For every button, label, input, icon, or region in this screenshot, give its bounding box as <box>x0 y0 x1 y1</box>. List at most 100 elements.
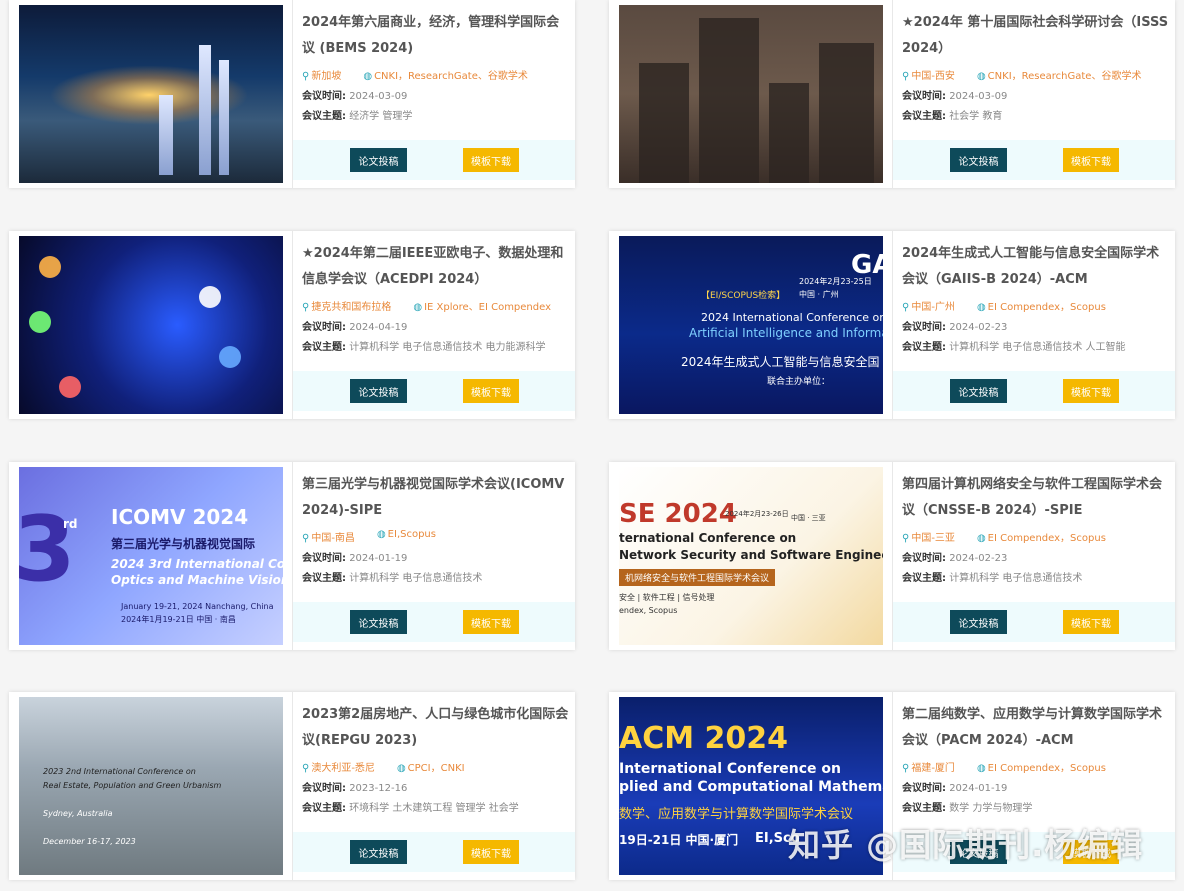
banner-date1: January 19-21, 2024 Nanchang, China <box>121 602 274 611</box>
banner-num: 3 <box>19 497 76 602</box>
date-label: 会议时间: <box>302 783 346 794</box>
conference-card: 3 rd ICOMV 2024 第三届光学与机器视觉国际 2024 3rd In… <box>9 462 575 650</box>
download-template-button[interactable]: 模板下载 <box>1063 379 1119 403</box>
date-label: 会议时间: <box>302 91 346 102</box>
theme-value: 经济学 管理学 <box>349 111 413 122</box>
theme-value: 计算机科学 电子信息通信技术 人工智能 <box>949 342 1126 353</box>
location-pin-icon: ⚲ <box>302 763 310 774</box>
download-template-button[interactable]: 模板下载 <box>1063 148 1119 172</box>
location-pin-icon: ⚲ <box>902 71 910 82</box>
date-label: 会议时间: <box>902 783 946 794</box>
location-text: 中国-三亚 <box>911 533 955 544</box>
conference-image[interactable]: GA 【EI/SCOPUS检索】 2024年2月23-25日 中国 · 广州 2… <box>619 236 883 414</box>
banner-date: 2024年2月23-26日 <box>725 510 789 518</box>
index-text: IE Xplore、EI Compendex <box>424 302 552 313</box>
date-value: 2024-04-19 <box>349 322 408 333</box>
index-text: EI Compendex，Scopus <box>987 533 1106 544</box>
globe-icon: ◍ <box>413 302 423 313</box>
banner-l2: Real Estate, Population and Green Urbani… <box>43 781 222 790</box>
conference-card: 2023 2nd International Conference on Rea… <box>9 692 575 880</box>
globe-icon: ◍ <box>396 763 406 774</box>
banner-big: ACM 2024 <box>619 721 789 756</box>
theme-value: 计算机科学 电子信息通信技术 <box>949 573 1083 584</box>
banner-en2: Network Security and Software Enginee <box>619 548 883 562</box>
conference-card: 2024年第六届商业，经济，管理科学国际会议 (BEMS 2024) ⚲ 新加坡 … <box>9 0 575 188</box>
theme-label: 会议主题: <box>902 573 946 584</box>
location-text: 中国-西安 <box>911 71 955 82</box>
banner-l1: 2023 2nd International Conference on <box>43 767 196 776</box>
download-template-button[interactable]: 模板下载 <box>463 379 519 403</box>
conference-title[interactable]: ★2024年第二届IEEE亚欧电子、数据处理和信息学会议（ACEDPI 2024… <box>302 241 575 293</box>
conference-title[interactable]: 2024年生成式人工智能与信息安全国际学术会议（GAIIS-B 2024）-AC… <box>902 241 1175 293</box>
date-value: 2024-02-23 <box>949 322 1008 333</box>
date-label: 会议时间: <box>302 322 346 333</box>
conference-card: GA 【EI/SCOPUS检索】 2024年2月23-25日 中国 · 广州 2… <box>609 231 1175 419</box>
date-value: 2024-01-19 <box>949 783 1008 794</box>
conference-title[interactable]: ★2024年 第十届国际社会科学研讨会（ISSS 2024） <box>902 10 1175 62</box>
banner-date: 19日-21日 中国·厦门 <box>619 833 739 847</box>
index-text: CNKI，ResearchGate、谷歌学术 <box>987 71 1142 82</box>
theme-value: 计算机科学 电子信息通信技术 <box>349 573 483 584</box>
conference-card: SE 2024 2024年2月23-26日 中国 · 三亚 ternationa… <box>609 462 1175 650</box>
globe-icon: ◍ <box>976 533 986 544</box>
location-text: 中国-南昌 <box>311 533 355 544</box>
location-pin-icon: ⚲ <box>302 533 310 544</box>
submit-paper-button[interactable]: 论文投稿 <box>350 610 407 634</box>
location-pin-icon: ⚲ <box>902 533 910 544</box>
date-value: 2024-02-23 <box>949 553 1008 564</box>
location-text: 捷克共和国布拉格 <box>311 302 392 313</box>
index-text: EI Compendex，Scopus <box>987 302 1106 313</box>
location-text: 中国-广州 <box>911 302 955 313</box>
conference-card: ★2024年 第十届国际社会科学研讨会（ISSS 2024） ⚲ 中国-西安 ◍ C… <box>609 0 1175 188</box>
conference-image[interactable]: 2023 2nd International Conference on Rea… <box>19 697 283 875</box>
conference-image[interactable]: 3 rd ICOMV 2024 第三届光学与机器视觉国际 2024 3rd In… <box>19 467 283 645</box>
theme-label: 会议主题: <box>302 803 346 814</box>
conference-title[interactable]: 第二届纯数学、应用数学与计算数学国际学术会议（PACM 2024）-ACM <box>902 702 1175 754</box>
conference-image[interactable]: SE 2024 2024年2月23-26日 中国 · 三亚 ternationa… <box>619 467 883 645</box>
date-label: 会议时间: <box>902 322 946 333</box>
banner-cn: 机网络安全与软件工程国际学术会议 <box>619 569 776 586</box>
location-text: 新加坡 <box>311 71 342 82</box>
theme-label: 会议主题: <box>302 342 346 353</box>
download-template-button[interactable]: 模板下载 <box>463 840 519 864</box>
download-template-button[interactable]: 模板下载 <box>463 610 519 634</box>
conference-card: ★2024年第二届IEEE亚欧电子、数据处理和信息学会议（ACEDPI 2024… <box>9 231 575 419</box>
submit-paper-button[interactable]: 论文投稿 <box>950 610 1007 634</box>
globe-icon: ◍ <box>363 71 373 82</box>
submit-paper-button[interactable]: 论文投稿 <box>350 379 407 403</box>
location-pin-icon: ⚲ <box>902 763 910 774</box>
index-text: CPCI，CNKI <box>407 763 465 774</box>
conference-image[interactable] <box>619 5 883 183</box>
banner-l3: Sydney, Australia <box>43 809 113 818</box>
banner-l4: December 16-17, 2023 <box>43 837 136 846</box>
conference-title[interactable]: 2024年第六届商业，经济，管理科学国际会议 (BEMS 2024) <box>302 10 575 62</box>
banner-date2: 2024年1月19-21日 中国 · 南昌 <box>121 615 236 624</box>
submit-paper-button[interactable]: 论文投稿 <box>350 148 407 172</box>
download-template-button[interactable]: 模板下载 <box>1063 610 1119 634</box>
banner-big: SE 2024 <box>619 499 737 529</box>
conference-image[interactable] <box>19 5 283 183</box>
theme-value: 社会学 教育 <box>949 111 1003 122</box>
download-template-button[interactable]: 模板下载 <box>463 148 519 172</box>
index-text: CNKI，ResearchGate、谷歌学术 <box>374 71 528 82</box>
theme-value: 数学 力学与物理学 <box>949 803 1033 814</box>
banner-en1: 2024 3rd International Con <box>111 557 283 571</box>
banner-org: 联合主办单位： <box>767 377 831 387</box>
conference-title[interactable]: 2023第2届房地产、人口与绿色城市化国际会议(REPGU 2023) <box>302 702 575 754</box>
banner-loc: 中国 · 三亚 <box>791 514 826 522</box>
theme-label: 会议主题: <box>902 111 946 122</box>
banner-cn: 2024年生成式人工智能与信息安全国 <box>681 355 880 369</box>
submit-paper-button[interactable]: 论文投稿 <box>950 148 1007 172</box>
conference-title[interactable]: 第四届计算机网络安全与软件工程国际学术会议（CNSSE-B 2024）-SPIE <box>902 472 1175 524</box>
location-pin-icon: ⚲ <box>902 302 910 313</box>
submit-paper-button[interactable]: 论文投稿 <box>350 840 407 864</box>
watermark: 知乎 @国际期刊.杨编辑 <box>788 826 1144 864</box>
conference-image[interactable] <box>19 236 283 414</box>
globe-icon: ◍ <box>376 529 386 540</box>
date-label: 会议时间: <box>902 553 946 564</box>
conference-title[interactable]: 第三届光学与机器视觉国际学术会议(ICOMV 2024)-SIPE <box>302 472 575 524</box>
date-value: 2023-12-16 <box>349 783 408 794</box>
theme-label: 会议主题: <box>902 342 946 353</box>
submit-paper-button[interactable]: 论文投稿 <box>950 379 1007 403</box>
theme-value: 计算机科学 电子信息通信技术 电力能源科学 <box>349 342 546 353</box>
